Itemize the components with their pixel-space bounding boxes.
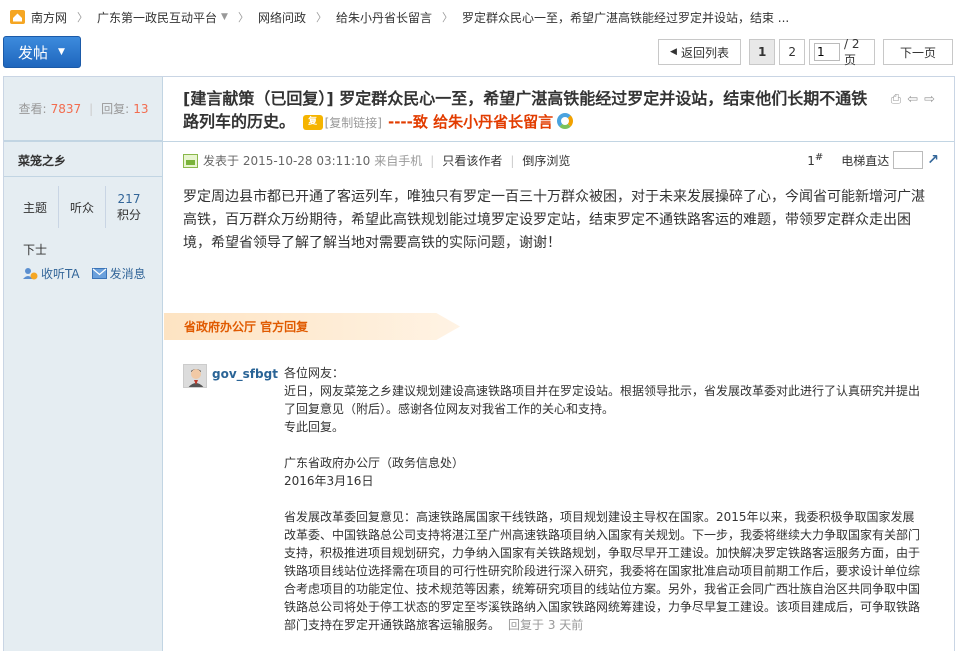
- breadcrumb-item-wenzheng[interactable]: 网络问政: [258, 9, 306, 26]
- triangle-left-icon: ◀: [670, 47, 677, 57]
- chevron-right-icon: 〉: [441, 11, 453, 24]
- logo-ring-icon: [557, 113, 574, 129]
- post-button-label: 发帖: [18, 43, 49, 62]
- copy-icon[interactable]: 复: [302, 115, 323, 130]
- print-icon[interactable]: ⎙: [891, 92, 901, 107]
- elevator-label: 电梯直达: [841, 153, 890, 168]
- post-meta: 发表于 2015-10-28 03:11:10 来自手机 | 只看该作者 | 倒…: [183, 152, 570, 169]
- chevron-right-icon: 〉: [237, 11, 249, 24]
- envelope-icon: [91, 268, 107, 279]
- avatar-icon: [184, 365, 206, 387]
- author-stat-topics[interactable]: 主题: [12, 186, 59, 228]
- breadcrumb: 南方网 〉 广东第一政民互动平台 ▼ 〉 网络问政 〉 给朱小丹省长留言 〉 罗…: [0, 0, 959, 34]
- copy-link[interactable]: [复制链接]: [325, 116, 382, 130]
- chevron-down-icon[interactable]: ▼: [221, 12, 228, 22]
- caret-down-icon: ▼: [58, 47, 65, 57]
- follow-icon: [23, 268, 38, 280]
- breadcrumb-item-nanfang[interactable]: 南方网: [31, 9, 67, 26]
- reply-signature: 广东省政府办公厅（政务信息处）: [284, 456, 465, 470]
- thread-title-area: [建言献策（已回复）] 罗定群众民心一至，希望广湛高铁能经过罗定并设站，结束他们…: [183, 87, 873, 135]
- reply-paragraph: 近日，网友菜笼之乡建议规划建设高速铁路项目并在罗定设站。根据领导批示，省发展改革…: [284, 384, 921, 416]
- reply-time: 回复于 3 天前: [508, 618, 584, 632]
- title-divider: [4, 141, 954, 142]
- thread-stats: 查看: 7837 | 回复: 13: [4, 77, 163, 141]
- title-tools: ⎙ ⇦ ⇨: [891, 92, 935, 107]
- author-name[interactable]: 菜笼之乡: [18, 152, 66, 169]
- chevron-right-icon: 〉: [315, 11, 327, 24]
- author-rank: 下士: [23, 243, 48, 257]
- reply-closing: 专此回复。: [284, 420, 345, 434]
- breadcrumb-item-forum[interactable]: 给朱小丹省长留言: [336, 9, 432, 26]
- elevator-go-icon[interactable]: ↗: [927, 152, 939, 168]
- author-stat-points[interactable]: 217 积分: [106, 186, 152, 228]
- reply-detail: 省发展改革委回复意见：高速铁路属国家干线铁路，项目规划建设主导权在国家。2015…: [284, 510, 921, 632]
- pagination: ◀ 返回列表 1 2 / 2 页 下一页: [654, 36, 953, 67]
- toolbar: 发帖 ▼ ◀ 返回列表 1 2 / 2 页 下一页: [0, 34, 959, 74]
- post-time: 发表于 2015-10-28 03:11:10: [203, 154, 371, 168]
- only-author-link[interactable]: 只看该作者: [442, 152, 502, 169]
- breadcrumb-item-current: 罗定群众民心一至，希望广湛高铁能经过罗定并设站，结束 ...: [461, 10, 790, 25]
- floor-number: 1#: [807, 152, 824, 168]
- author-stat-followers[interactable]: 听众: [59, 186, 106, 228]
- post-button[interactable]: 发帖 ▼: [3, 36, 81, 68]
- forum-target[interactable]: ----致 给朱小丹省长留言: [388, 113, 553, 131]
- post-status-icon: [183, 153, 198, 168]
- prev-thread-icon[interactable]: ⇦: [907, 92, 918, 107]
- official-reply-content: 各位网友： 近日，网友菜笼之乡建议规划建设高速铁路项目并在罗定设站。根据领导批示…: [284, 364, 924, 634]
- floor-tools: 1# 电梯直达 ↗: [807, 151, 939, 169]
- reply-username[interactable]: gov_sfbgt: [212, 367, 278, 381]
- send-message-button[interactable]: 发消息: [91, 265, 146, 282]
- home-icon[interactable]: [10, 10, 25, 24]
- page-jump-input[interactable]: [814, 43, 840, 61]
- page-2-button[interactable]: 2: [779, 39, 805, 65]
- reply-date: 2016年3月16日: [284, 474, 374, 488]
- post-content: 罗定周边县市都已开通了客运列车，唯独只有罗定一百三十万群众被困，对于未来发展操碎…: [183, 189, 925, 251]
- author-divider: [4, 176, 163, 177]
- next-thread-icon[interactable]: ⇨: [924, 92, 935, 107]
- page-jump: / 2 页: [809, 36, 875, 67]
- reverse-order-link[interactable]: 倒序浏览: [522, 152, 570, 169]
- author-actions: 收听TA 发消息: [23, 265, 158, 282]
- views-count: 7837: [50, 101, 82, 116]
- next-page-button[interactable]: 下一页: [883, 39, 953, 65]
- breadcrumb-item-platform[interactable]: 广东第一政民互动平台: [97, 9, 217, 26]
- back-to-list-button[interactable]: ◀ 返回列表: [658, 39, 741, 65]
- official-reply-banner: 省政府办公厅 官方回复: [164, 313, 460, 340]
- avatar[interactable]: [183, 364, 207, 388]
- replies-count: 13: [133, 101, 149, 116]
- follow-button[interactable]: 收听TA: [23, 265, 80, 282]
- author-stats: 主题 听众 217 积分: [12, 186, 152, 228]
- post-source: 来自手机: [374, 154, 423, 168]
- elevator-input[interactable]: [893, 151, 924, 169]
- chevron-right-icon: 〉: [77, 11, 89, 24]
- page-total: / 2 页: [844, 36, 860, 67]
- reply-greeting: 各位网友：: [284, 366, 345, 380]
- page-1-button[interactable]: 1: [749, 39, 776, 65]
